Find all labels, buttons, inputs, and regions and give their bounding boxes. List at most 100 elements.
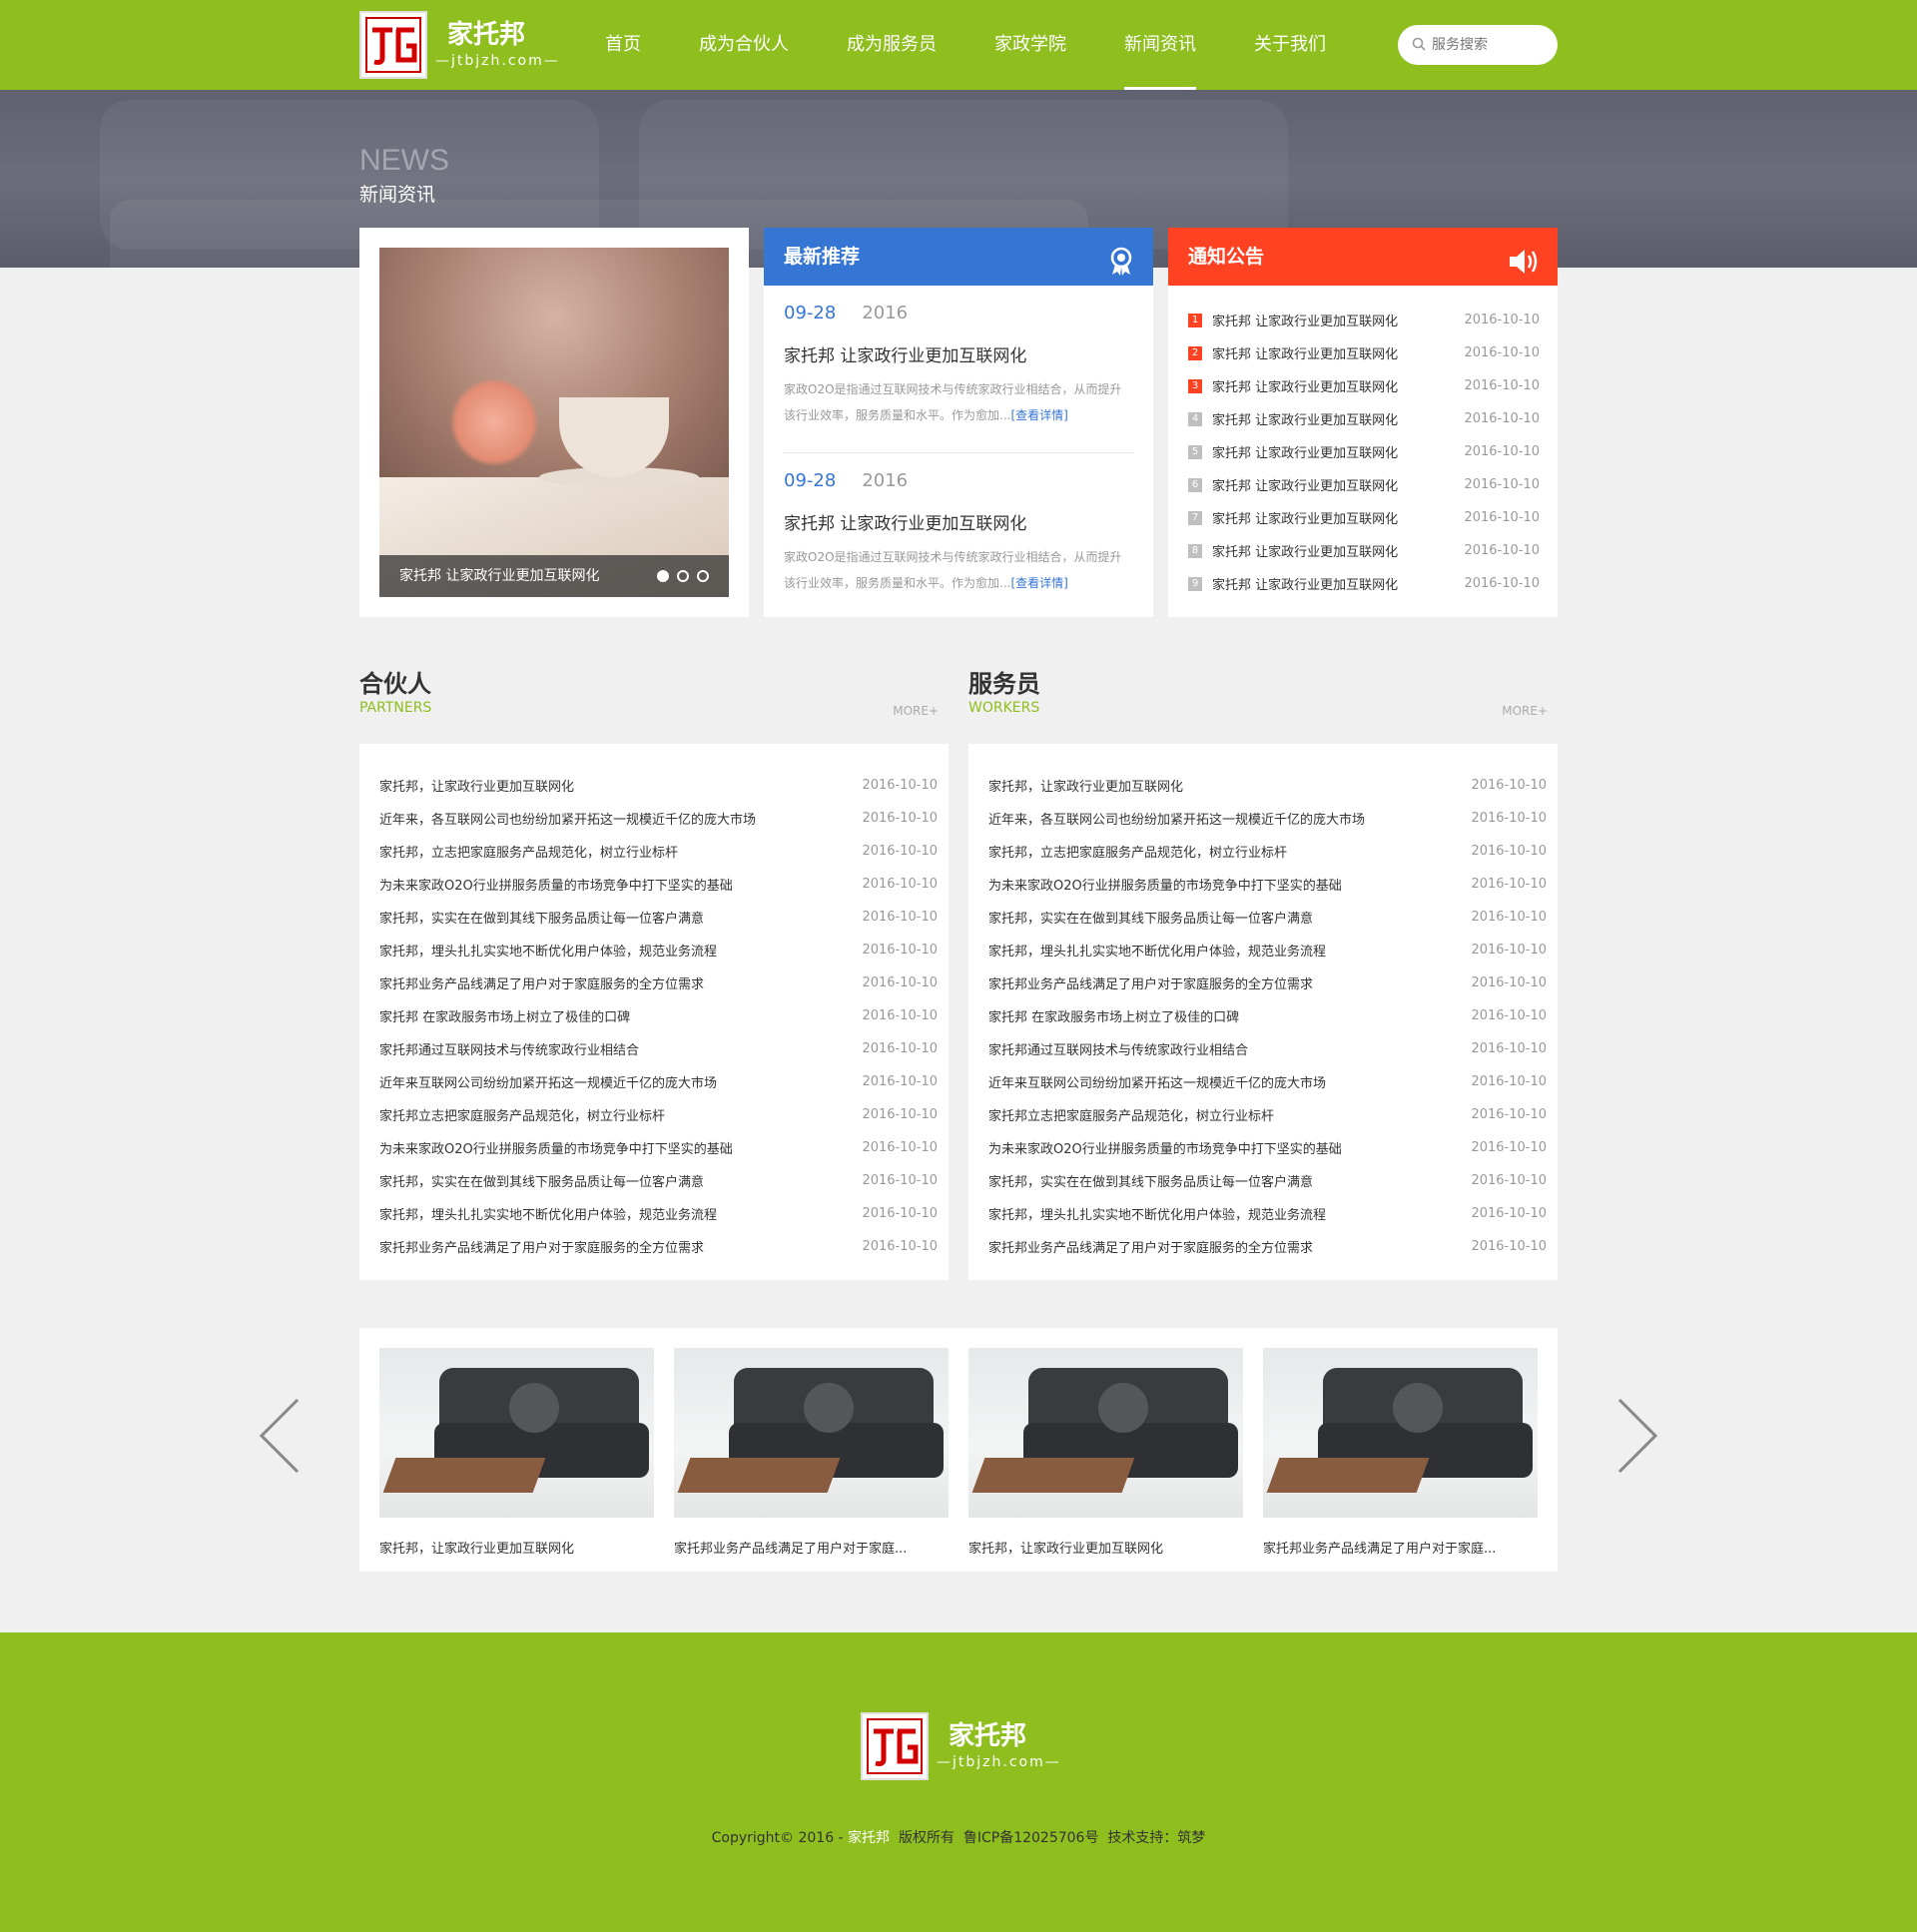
list-item[interactable]: 家托邦通过互联网技术与传统家政行业相结合 2016-10-10 [988,1032,1547,1065]
list-item-title[interactable]: 家托邦 在家政服务市场上树立了极佳的口碑 [988,1006,1239,1025]
list-item[interactable]: 近年来，各互联网公司也纷纷加紧开拓这一规模近千亿的庞大市场 2016-10-10 [379,802,938,835]
list-item-title[interactable]: 近年来，各互联网公司也纷纷加紧开拓这一规模近千亿的庞大市场 [988,809,1365,828]
copyright-brand[interactable]: 家托邦 [848,1830,890,1846]
gallery-image[interactable] [1263,1348,1538,1518]
notice-item[interactable]: 8 家托邦 让家政行业更加互联网化 2016-10-10 [1188,534,1540,567]
list-item-title[interactable]: 为未来家政O2O行业拼服务质量的市场竞争中打下坚实的基础 [988,875,1342,894]
notice-item[interactable]: 2 家托邦 让家政行业更加互联网化 2016-10-10 [1188,336,1540,369]
notice-item[interactable]: 3 家托邦 让家政行业更加互联网化 2016-10-10 [1188,369,1540,402]
slider-dot-2[interactable] [677,570,689,582]
list-item[interactable]: 家托邦通过互联网技术与传统家政行业相结合 2016-10-10 [379,1032,938,1065]
list-item-title[interactable]: 家托邦，埋头扎扎实实地不断优化用户体验，规范业务流程 [379,1204,717,1223]
news-more-link[interactable]: [查看详情] [1010,576,1067,590]
list-item[interactable]: 为未来家政O2O行业拼服务质量的市场竞争中打下坚实的基础 2016-10-10 [988,868,1547,901]
list-item-title[interactable]: 家托邦通过互联网技术与传统家政行业相结合 [988,1039,1248,1058]
nav-item-0[interactable]: 首页 [605,0,641,90]
gallery-caption[interactable]: 家托邦业务产品线满足了用户对于家庭... [1263,1538,1538,1557]
list-item-title[interactable]: 家托邦，实实在在做到其线下服务品质让每一位客户满意 [379,908,704,927]
list-item[interactable]: 家托邦业务产品线满足了用户对于家庭服务的全方位需求 2016-10-10 [379,1230,938,1263]
list-item-title[interactable]: 为未来家政O2O行业拼服务质量的市场竞争中打下坚实的基础 [379,1138,733,1157]
list-item[interactable]: 近年来，各互联网公司也纷纷加紧开拓这一规模近千亿的庞大市场 2016-10-10 [988,802,1547,835]
nav-item-3[interactable]: 家政学院 [994,0,1066,90]
notice-item[interactable]: 1 家托邦 让家政行业更加互联网化 2016-10-10 [1188,304,1540,336]
latest-news-item[interactable]: 09-28 2016 家托邦 让家政行业更加互联网化 家政O2O是指通过互联网技术与传… [764,453,1153,621]
gallery-prev-arrow-icon[interactable] [258,1398,302,1478]
list-item-title[interactable]: 家托邦业务产品线满足了用户对于家庭服务的全方位需求 [988,1237,1313,1256]
list-item[interactable]: 家托邦，实实在在做到其线下服务品质让每一位客户满意 2016-10-10 [379,901,938,934]
nav-item-4[interactable]: 新闻资讯 [1124,0,1196,90]
gallery-image[interactable] [674,1348,949,1518]
news-title[interactable]: 家托邦 让家政行业更加互联网化 [784,341,1133,366]
list-item-title[interactable]: 家托邦，让家政行业更加互联网化 [379,776,574,795]
notice-item-title[interactable]: 家托邦 让家政行业更加互联网化 [1212,311,1464,329]
nav-item-2[interactable]: 成为服务员 [847,0,937,90]
gallery-caption[interactable]: 家托邦，让家政行业更加互联网化 [968,1538,1243,1557]
slide-image[interactable]: 家托邦 让家政行业更加互联网化 [379,248,729,597]
list-item-title[interactable]: 家托邦，实实在在做到其线下服务品质让每一位客户满意 [988,908,1313,927]
slider-dot-1[interactable] [657,570,669,582]
notice-item[interactable]: 7 家托邦 让家政行业更加互联网化 2016-10-10 [1188,501,1540,534]
list-item[interactable]: 家托邦，埋头扎扎实实地不断优化用户体验，规范业务流程 2016-10-10 [379,934,938,966]
list-item-title[interactable]: 近年来，各互联网公司也纷纷加紧开拓这一规模近千亿的庞大市场 [379,809,756,828]
news-more-link[interactable]: [查看详情] [1010,408,1067,422]
slider-dot-3[interactable] [697,570,709,582]
list-item[interactable]: 家托邦 在家政服务市场上树立了极佳的口碑 2016-10-10 [988,999,1547,1032]
list-item[interactable]: 家托邦，实实在在做到其线下服务品质让每一位客户满意 2016-10-10 [988,901,1547,934]
notice-item-title[interactable]: 家托邦 让家政行业更加互联网化 [1212,508,1464,527]
gallery-caption[interactable]: 家托邦，让家政行业更加互联网化 [379,1538,654,1557]
list-item[interactable]: 家托邦，立志把家庭服务产品规范化，树立行业标杆 2016-10-10 [379,835,938,868]
list-item-title[interactable]: 家托邦，实实在在做到其线下服务品质让每一位客户满意 [379,1171,704,1190]
search-box[interactable] [1398,25,1558,65]
notice-item-title[interactable]: 家托邦 让家政行业更加互联网化 [1212,409,1464,428]
partners-more-link[interactable]: MORE+ [893,704,939,718]
list-item[interactable]: 家托邦 在家政服务市场上树立了极佳的口碑 2016-10-10 [379,999,938,1032]
list-item-title[interactable]: 家托邦 在家政服务市场上树立了极佳的口碑 [379,1006,630,1025]
notice-item-title[interactable]: 家托邦 让家政行业更加互联网化 [1212,541,1464,560]
gallery-image[interactable] [968,1348,1243,1518]
list-item[interactable]: 近年来互联网公司纷纷加紧开拓这一规模近千亿的庞大市场 2016-10-10 [988,1065,1547,1098]
gallery-item[interactable]: 家托邦，让家政行业更加互联网化 [968,1348,1243,1572]
list-item[interactable]: 家托邦立志把家庭服务产品规范化，树立行业标杆 2016-10-10 [379,1098,938,1131]
list-item[interactable]: 近年来互联网公司纷纷加紧开拓这一规模近千亿的庞大市场 2016-10-10 [379,1065,938,1098]
slide-caption[interactable]: 家托邦 让家政行业更加互联网化 [379,555,729,597]
site-logo[interactable]: 家托邦 —jtbjzh.com— [359,11,560,79]
list-item-title[interactable]: 家托邦立志把家庭服务产品规范化，树立行业标杆 [379,1105,665,1124]
list-item-title[interactable]: 家托邦业务产品线满足了用户对于家庭服务的全方位需求 [379,973,704,992]
notice-item[interactable]: 5 家托邦 让家政行业更加互联网化 2016-10-10 [1188,435,1540,468]
notice-item-title[interactable]: 家托邦 让家政行业更加互联网化 [1212,475,1464,494]
news-title[interactable]: 家托邦 让家政行业更加互联网化 [784,509,1133,534]
list-item[interactable]: 为未来家政O2O行业拼服务质量的市场竞争中打下坚实的基础 2016-10-10 [379,1131,938,1164]
list-item-title[interactable]: 家托邦，立志把家庭服务产品规范化，树立行业标杆 [988,842,1287,861]
search-input[interactable] [1432,37,1542,53]
latest-news-item[interactable]: 09-28 2016 家托邦 让家政行业更加互联网化 家政O2O是指通过互联网技术与传… [764,286,1153,453]
notice-item[interactable]: 9 家托邦 让家政行业更加互联网化 2016-10-10 [1188,567,1540,600]
list-item[interactable]: 家托邦，让家政行业更加互联网化 2016-10-10 [379,769,938,802]
list-item[interactable]: 家托邦业务产品线满足了用户对于家庭服务的全方位需求 2016-10-10 [988,966,1547,999]
list-item[interactable]: 家托邦，埋头扎扎实实地不断优化用户体验，规范业务流程 2016-10-10 [988,1197,1547,1230]
list-item-title[interactable]: 家托邦，埋头扎扎实实地不断优化用户体验，规范业务流程 [988,1204,1326,1223]
list-item-title[interactable]: 家托邦业务产品线满足了用户对于家庭服务的全方位需求 [988,973,1313,992]
list-item-title[interactable]: 近年来互联网公司纷纷加紧开拓这一规模近千亿的庞大市场 [379,1072,717,1091]
notice-item-title[interactable]: 家托邦 让家政行业更加互联网化 [1212,574,1464,593]
nav-item-1[interactable]: 成为合伙人 [699,0,789,90]
notice-item[interactable]: 4 家托邦 让家政行业更加互联网化 2016-10-10 [1188,402,1540,435]
list-item-title[interactable]: 家托邦业务产品线满足了用户对于家庭服务的全方位需求 [379,1237,704,1256]
list-item-title[interactable]: 为未来家政O2O行业拼服务质量的市场竞争中打下坚实的基础 [988,1138,1342,1157]
list-item[interactable]: 家托邦业务产品线满足了用户对于家庭服务的全方位需求 2016-10-10 [988,1230,1547,1263]
list-item-title[interactable]: 近年来互联网公司纷纷加紧开拓这一规模近千亿的庞大市场 [988,1072,1326,1091]
list-item-title[interactable]: 家托邦，实实在在做到其线下服务品质让每一位客户满意 [988,1171,1313,1190]
list-item[interactable]: 家托邦，立志把家庭服务产品规范化，树立行业标杆 2016-10-10 [988,835,1547,868]
list-item[interactable]: 家托邦，埋头扎扎实实地不断优化用户体验，规范业务流程 2016-10-10 [988,934,1547,966]
list-item-title[interactable]: 家托邦通过互联网技术与传统家政行业相结合 [379,1039,639,1058]
list-item-title[interactable]: 家托邦，埋头扎扎实实地不断优化用户体验，规范业务流程 [988,941,1326,960]
footer-logo[interactable]: 家托邦 —jtbjzh.com— [861,1712,1061,1780]
list-item[interactable]: 家托邦，实实在在做到其线下服务品质让每一位客户满意 2016-10-10 [988,1164,1547,1197]
list-item[interactable]: 家托邦立志把家庭服务产品规范化，树立行业标杆 2016-10-10 [988,1098,1547,1131]
gallery-next-arrow-icon[interactable] [1615,1398,1659,1478]
gallery-caption[interactable]: 家托邦业务产品线满足了用户对于家庭... [674,1538,949,1557]
list-item-title[interactable]: 家托邦立志把家庭服务产品规范化，树立行业标杆 [988,1105,1274,1124]
nav-item-5[interactable]: 关于我们 [1254,0,1326,90]
list-item[interactable]: 为未来家政O2O行业拼服务质量的市场竞争中打下坚实的基础 2016-10-10 [988,1131,1547,1164]
workers-more-link[interactable]: MORE+ [1502,704,1548,718]
list-item-title[interactable]: 家托邦，立志把家庭服务产品规范化，树立行业标杆 [379,842,678,861]
